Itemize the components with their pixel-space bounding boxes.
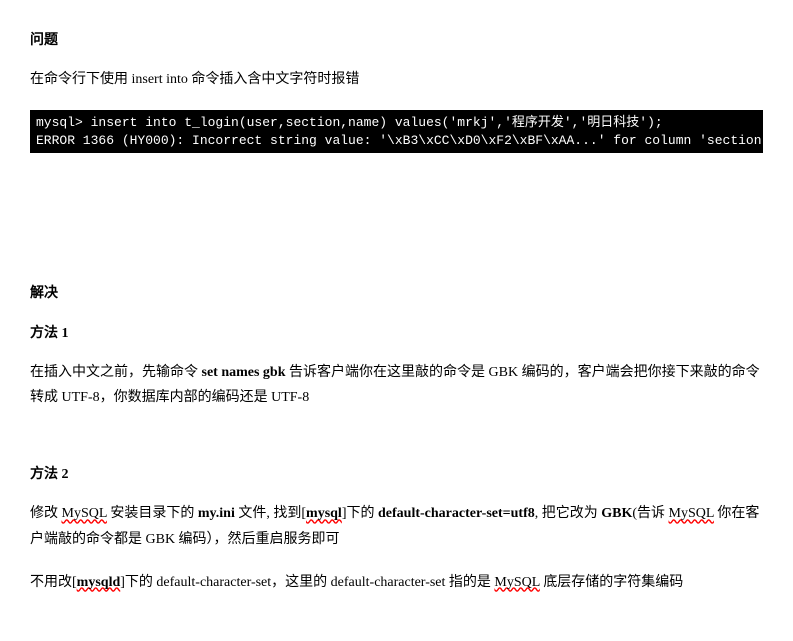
heading-problem: 问题	[30, 28, 763, 53]
paragraph-method-2b: 不用改[mysqld]下的 default-character-set，这里的 …	[30, 570, 763, 595]
word-mysql: MySQL	[62, 506, 107, 521]
heading-method-1: 方法 1	[30, 321, 763, 346]
heading-method-2: 方法 2	[30, 462, 763, 487]
text: 在插入中文之前，先输命令	[30, 365, 202, 380]
text: 安装目录下的	[107, 506, 198, 521]
text: (告诉	[632, 506, 668, 521]
text: , 把它改为	[535, 506, 602, 521]
word-myini: my.ini	[198, 506, 235, 521]
heading-solution: 解决	[30, 281, 763, 306]
word-mysql: MySQL	[669, 506, 714, 521]
text: ]下的 default-character-set，这里的 default-ch…	[120, 575, 494, 590]
word-dcs: default-character-set=utf8	[378, 506, 535, 521]
terminal-line-1: mysql> insert into t_login(user,section,…	[36, 115, 663, 130]
text: 文件, 找到[	[235, 506, 306, 521]
word-mysql-bracket: mysql	[306, 506, 342, 521]
paragraph-method-1: 在插入中文之前，先输命令 set names gbk 告诉客户端你在这里敲的命令…	[30, 360, 763, 410]
terminal-line-2: ERROR 1366 (HY000): Incorrect string val…	[36, 133, 763, 148]
gap	[30, 171, 763, 281]
text: 底层存储的字符集编码	[540, 575, 684, 590]
text: 不用改[	[30, 575, 77, 590]
paragraph-method-2a: 修改 MySQL 安装目录下的 my.ini 文件, 找到[mysql]下的 d…	[30, 501, 763, 551]
word-gbk: GBK	[601, 506, 632, 521]
gap	[30, 428, 763, 462]
word-mysql: MySQL	[494, 575, 539, 590]
text: ]下的	[342, 506, 378, 521]
word-mysqld: mysqld	[77, 575, 121, 590]
cmd-set-names: set names gbk	[202, 365, 286, 380]
paragraph-problem: 在命令行下使用 insert into 命令插入含中文字符时报错	[30, 67, 763, 92]
text: 修改	[30, 506, 62, 521]
terminal-block: mysql> insert into t_login(user,section,…	[30, 110, 763, 153]
